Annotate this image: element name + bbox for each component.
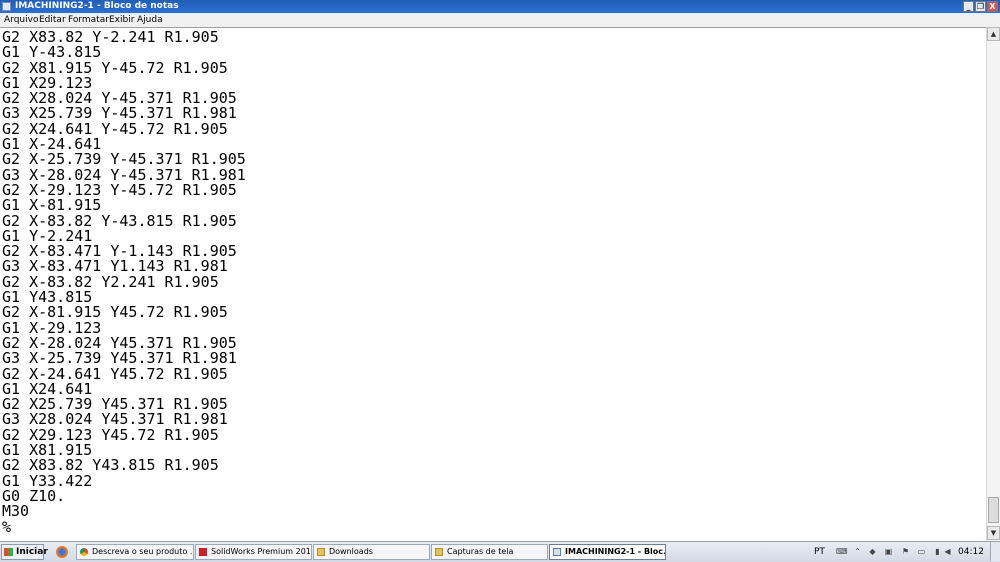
firefox-icon[interactable] (56, 546, 68, 558)
scroll-thumb[interactable] (988, 497, 999, 523)
dropbox-icon[interactable]: ◆ (868, 547, 877, 556)
task-label: Descreva o seu produto ... (92, 547, 194, 556)
task-label: Downloads (329, 547, 373, 556)
taskbar: Iniciar Descreva o seu produto ... Solid… (0, 541, 1000, 562)
task-label: IMACHINING2-1 - Bloc... (565, 547, 666, 556)
minimize-button[interactable]: _ (963, 1, 974, 12)
start-label: Iniciar (16, 547, 48, 557)
task-label: Capturas de tela (447, 547, 514, 556)
close-button[interactable]: X (987, 1, 998, 12)
solidworks-icon (199, 548, 207, 556)
task-item-downloads[interactable]: Downloads (313, 544, 430, 560)
volume-icon[interactable]: ◀ (943, 547, 952, 556)
keyboard-icon[interactable]: ⌨ (836, 547, 848, 556)
network-icon[interactable]: ▣ (884, 547, 893, 556)
clock[interactable]: 04:12 (958, 544, 984, 560)
action-center-icon[interactable]: ⚑ (901, 547, 910, 556)
show-hidden-icons-icon[interactable]: ⌃ (853, 547, 862, 556)
menu-formatar[interactable]: Formatar (68, 13, 109, 27)
show-desktop-button[interactable] (990, 542, 1000, 561)
windows-logo-icon (4, 548, 13, 556)
folder-icon (435, 548, 443, 556)
menu-arquivo[interactable]: Arquivo (4, 13, 38, 27)
task-item-capturas[interactable]: Capturas de tela (431, 544, 548, 560)
task-item-chrome[interactable]: Descreva o seu produto ... (76, 544, 194, 560)
menu-bar: Arquivo Editar Formatar Exibir Ajuda (0, 13, 1000, 27)
folder-icon (317, 548, 325, 556)
task-item-notepad[interactable]: IMACHINING2-1 - Bloc... (549, 544, 666, 560)
editor-content[interactable]: G2 X83.82 Y-2.241 R1.905 G1 Y-43.815 G2 … (0, 28, 986, 535)
text-editor[interactable]: G2 X83.82 Y-2.241 R1.905 G1 Y-43.815 G2 … (0, 27, 986, 541)
vertical-scrollbar[interactable]: ▲ ▼ (986, 27, 1000, 541)
menu-editar[interactable]: Editar (39, 13, 66, 27)
notepad-icon (553, 548, 561, 556)
scroll-up-icon[interactable]: ▲ (987, 27, 1000, 41)
task-item-solidworks[interactable]: SolidWorks Premium 201... (195, 544, 312, 560)
restore-button[interactable]: ❐ (975, 1, 986, 12)
menu-exibir[interactable]: Exibir (109, 13, 134, 27)
title-bar[interactable]: IMACHINING2-1 - Bloco de notas _ ❐ X (0, 0, 1000, 13)
notepad-icon (2, 2, 11, 11)
start-button[interactable]: Iniciar (1, 544, 48, 560)
task-label: SolidWorks Premium 201... (211, 547, 312, 556)
scroll-down-icon[interactable]: ▼ (987, 526, 1000, 540)
window-title: IMACHINING2-1 - Bloco de notas (15, 1, 179, 11)
signal-icon[interactable]: ▮ (933, 547, 942, 556)
menu-ajuda[interactable]: Ajuda (137, 13, 163, 27)
chrome-icon (80, 548, 88, 556)
language-indicator[interactable]: PT (814, 544, 825, 560)
display-icon[interactable]: ▭ (917, 547, 926, 556)
